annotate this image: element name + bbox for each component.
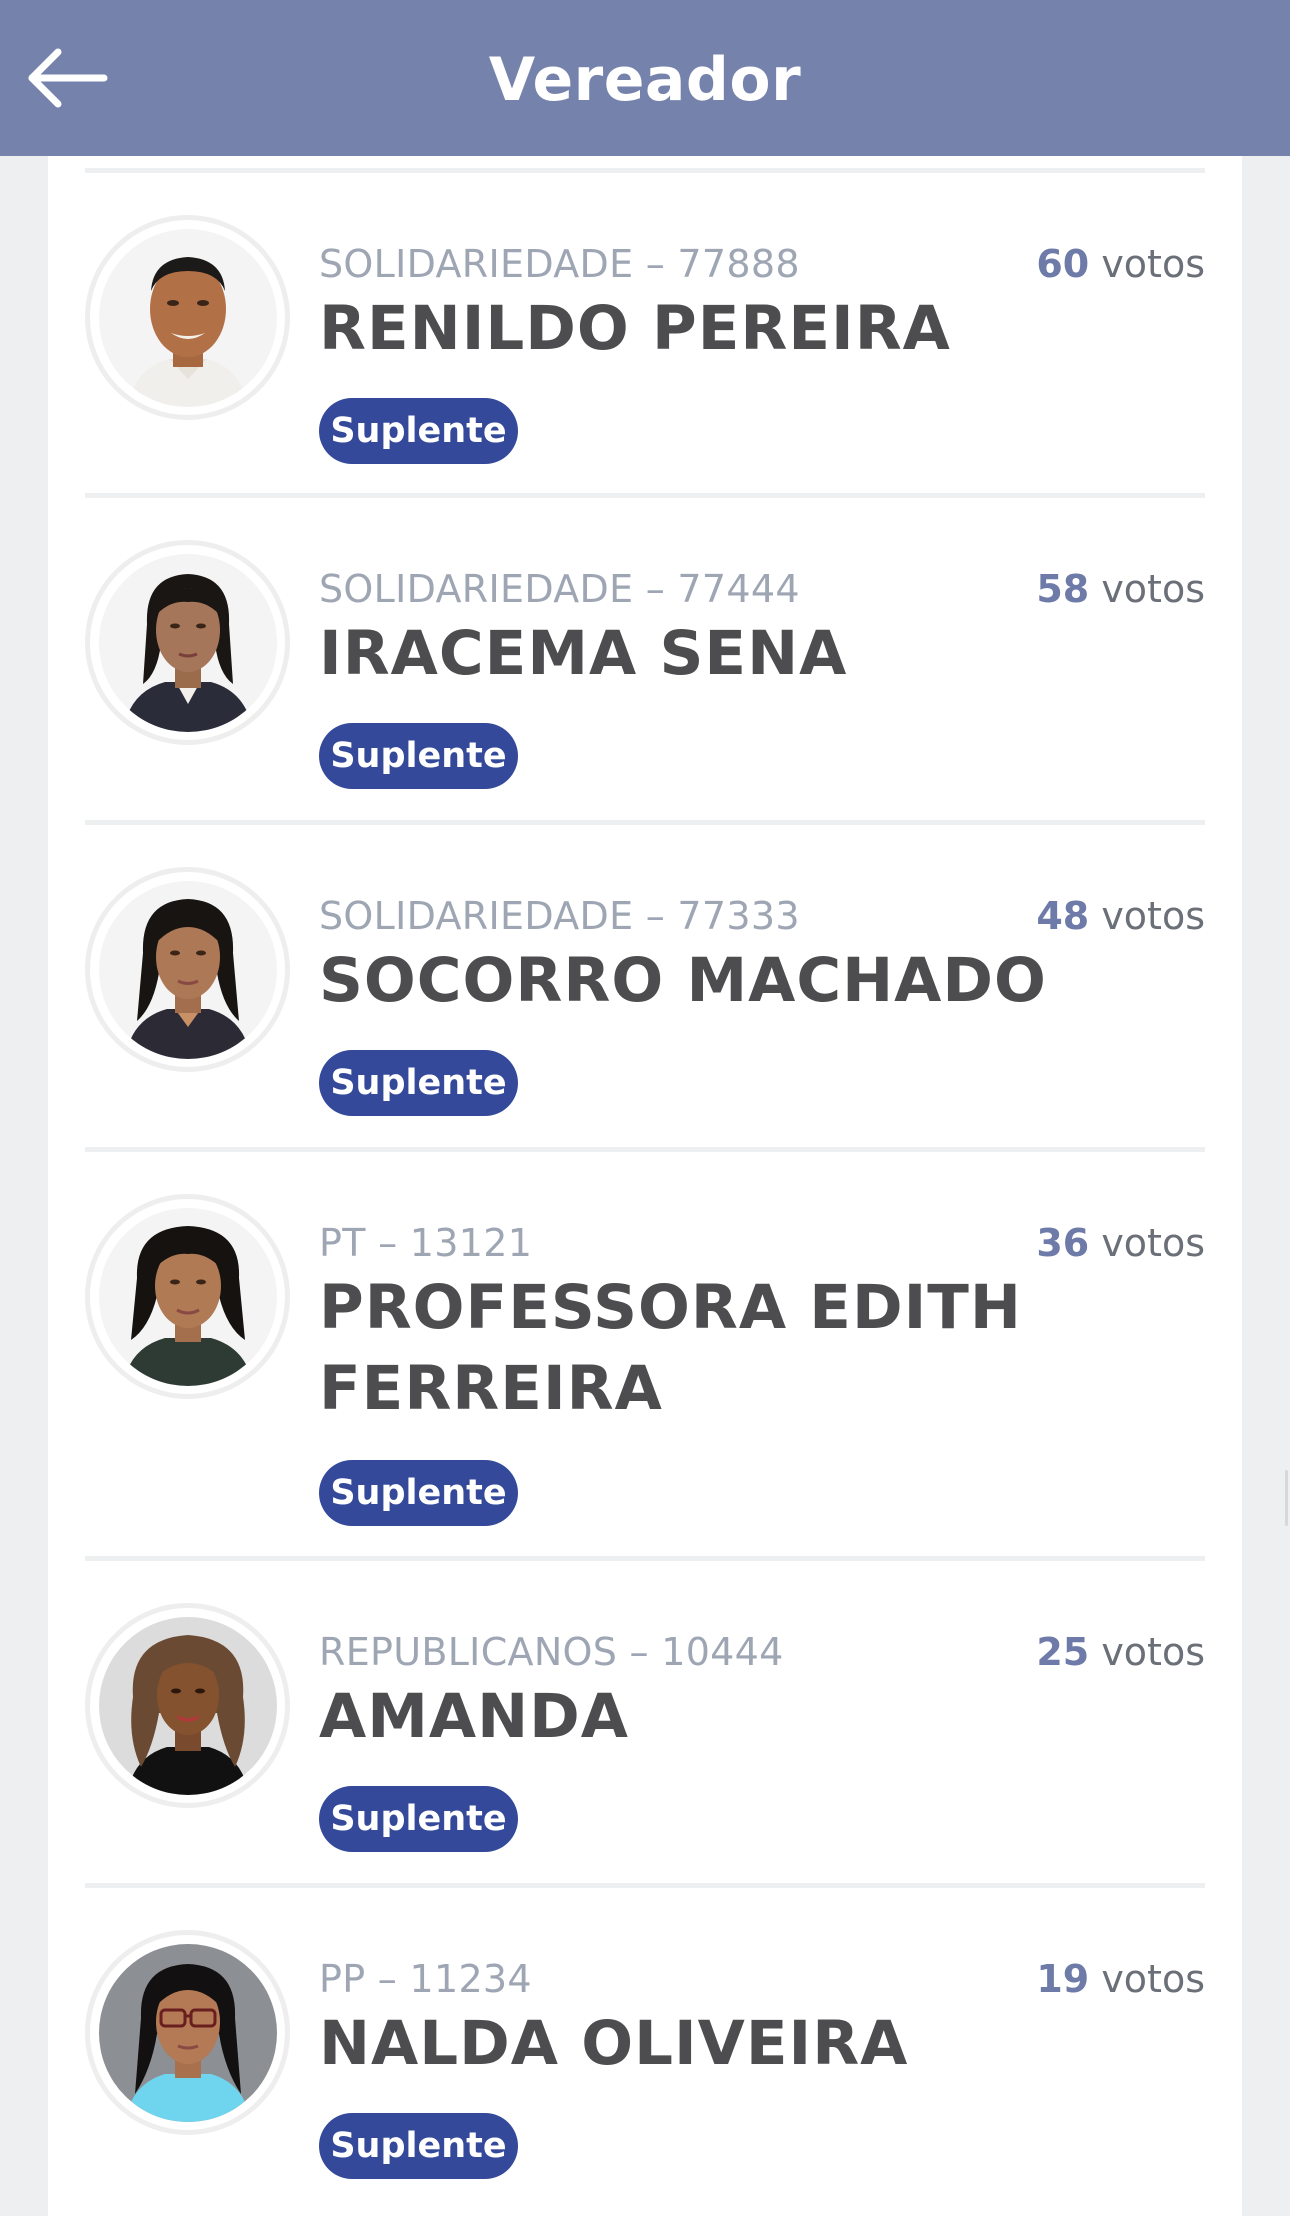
- votes-label: votos: [1101, 1221, 1205, 1265]
- candidate-avatar: [85, 215, 290, 420]
- votes-count: 25: [1036, 1630, 1090, 1674]
- candidate-votes: 60 votos: [1036, 241, 1205, 287]
- candidate-photo: [98, 553, 277, 732]
- votes-count: 36: [1036, 1221, 1090, 1265]
- status-badge: Suplente: [319, 398, 518, 464]
- candidate-avatar: [85, 867, 290, 1072]
- candidate-list: SOLIDARIEDADE – 77888 60 votos RENILDO P…: [48, 156, 1242, 2216]
- candidate-row[interactable]: SOLIDARIEDADE – 77444 58 votos IRACEMA S…: [48, 498, 1242, 820]
- candidate-photo: [98, 880, 277, 1059]
- candidate-party: SOLIDARIEDADE – 77444: [319, 567, 800, 611]
- votes-count: 58: [1036, 567, 1090, 611]
- candidate-photo: [98, 228, 277, 407]
- candidate-row[interactable]: SOLIDARIEDADE – 77333 48 votos SOCORRO M…: [48, 825, 1242, 1147]
- candidate-photo: [98, 1616, 277, 1795]
- page-title: Vereador: [488, 45, 802, 115]
- candidate-row[interactable]: SOLIDARIEDADE – 77888 60 votos RENILDO P…: [48, 173, 1242, 483]
- candidate-name: PROFESSORA EDITH FERREIRA: [319, 1272, 1022, 1424]
- candidate-name: NALDA OLIVEIRA: [319, 2008, 909, 2079]
- candidate-avatar: [85, 1603, 290, 1808]
- candidate-name: SOCORRO MACHADO: [319, 945, 1047, 1016]
- candidate-party: PP – 11234: [319, 1957, 532, 2001]
- candidate-name: RENILDO PEREIRA: [319, 293, 951, 364]
- candidate-votes: 36 votos: [1036, 1220, 1205, 1266]
- candidate-photo: [98, 1207, 277, 1386]
- votes-label: votos: [1101, 894, 1205, 938]
- votes-label: votos: [1101, 567, 1205, 611]
- status-badge: Suplente: [319, 2113, 518, 2179]
- status-badge: Suplente: [319, 1786, 518, 1852]
- candidate-avatar: [85, 1194, 290, 1399]
- status-badge: Suplente: [319, 723, 518, 789]
- candidate-party: REPUBLICANOS – 10444: [319, 1630, 784, 1674]
- votes-label: votos: [1101, 242, 1205, 286]
- candidate-name: IRACEMA SENA: [319, 618, 848, 689]
- candidate-photo: [98, 1943, 277, 2122]
- candidate-party: PT – 13121: [319, 1221, 533, 1265]
- votes-label: votos: [1101, 1630, 1205, 1674]
- candidate-name: AMANDA: [319, 1681, 630, 1752]
- candidate-row[interactable]: PT – 13121 36 votos PROFESSORA EDITH FER…: [48, 1152, 1242, 1556]
- candidate-party: SOLIDARIEDADE – 77888: [319, 242, 800, 286]
- candidate-avatar: [85, 1930, 290, 2135]
- candidate-votes: 58 votos: [1036, 566, 1205, 612]
- votes-count: 19: [1036, 1957, 1090, 2001]
- candidate-row[interactable]: REPUBLICANOS – 10444 25 votos AMANDA Sup…: [48, 1561, 1242, 1883]
- status-badge: Suplente: [319, 1050, 518, 1116]
- candidate-votes: 19 votos: [1036, 1956, 1205, 2002]
- votes-count: 60: [1036, 242, 1090, 286]
- candidate-votes: 25 votos: [1036, 1629, 1205, 1675]
- candidate-votes: 48 votos: [1036, 893, 1205, 939]
- candidate-party: SOLIDARIEDADE – 77333: [319, 894, 800, 938]
- status-badge: Suplente: [319, 1460, 518, 1526]
- votes-count: 48: [1036, 894, 1090, 938]
- votes-label: votos: [1101, 1957, 1205, 2001]
- candidate-row[interactable]: PP – 11234 19 votos NALDA OLIVEIRA Suple…: [48, 1888, 1242, 2210]
- scrollbar[interactable]: [1285, 1470, 1288, 1526]
- candidate-avatar: [85, 540, 290, 745]
- app-header: Vereador: [0, 0, 1290, 156]
